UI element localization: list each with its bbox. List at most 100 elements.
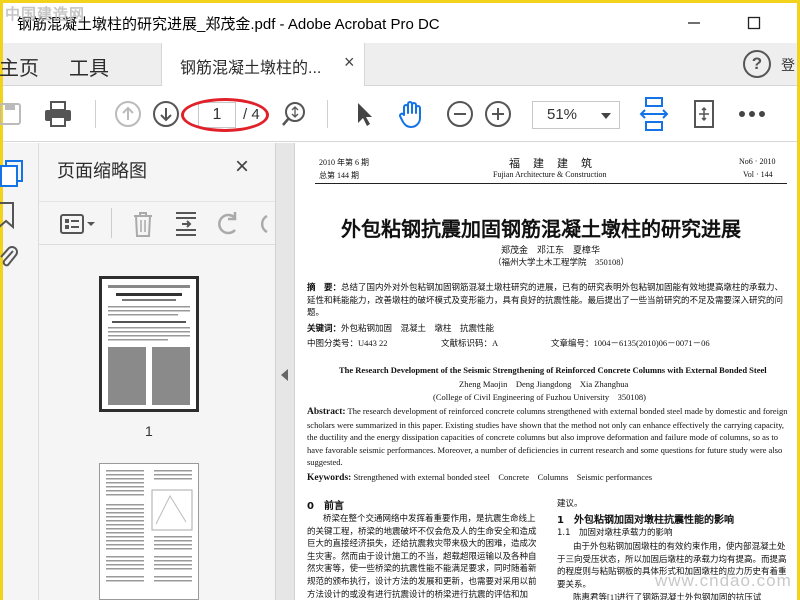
panel-close-icon[interactable]: × <box>235 153 249 181</box>
pages-icon <box>0 160 23 187</box>
section-0-body: 桥梁在整个交通网络中发挥着重要作用，是抗震生命线上的关键工程，桥梁的地震破坏不仅… <box>307 513 537 599</box>
title-bar: 钢筋混凝土墩柱的研究进展_郑茂金.pdf - Adobe Acrobat Pro… <box>3 3 797 43</box>
clc-number: 中图分类号：U443 22 <box>307 338 388 348</box>
affiliation-cn: （福州大学土木工程学院 350108） <box>493 257 630 267</box>
abstract-en-label: Abstract: <box>307 407 346 417</box>
page-preview <box>102 279 196 409</box>
keywords-en-label: Keywords: <box>307 473 352 483</box>
fit-width-icon <box>639 97 669 131</box>
page-thumbnails-panel: 页面缩略图 × 1 <box>39 143 299 600</box>
paperclip-icon <box>0 246 18 267</box>
authors-cn: 郑茂金 邓江东 夏樟华 <box>501 245 601 255</box>
menu-tools[interactable]: 工具 <box>69 52 109 81</box>
arrow-up-circle-icon <box>115 101 141 127</box>
magnifier-icon <box>282 102 305 126</box>
bookmark-icon <box>0 202 14 230</box>
cursor-arrow-icon <box>358 103 372 126</box>
collapse-panel-icon[interactable] <box>281 369 288 381</box>
zoom-marquee-button[interactable] <box>277 97 311 131</box>
page-thumbnails-tab[interactable] <box>0 159 25 192</box>
affiliation-en: (College of Civil Engineering of Fuzhou … <box>433 392 646 402</box>
toolbar: 1 / 4 51% <box>0 87 797 142</box>
more-tools-button[interactable] <box>735 97 769 131</box>
trash-icon <box>134 212 152 237</box>
panel-title: 页面缩略图 <box>57 161 147 181</box>
keywords-cn: 关键词：外包粘钢加固 混凝土 墩柱 抗震性能 <box>307 322 791 335</box>
rotate-left-button[interactable] <box>215 210 241 243</box>
abstract-cn: 摘 要：总结了国内外对外包粘钢加固钢筋混凝土墩柱研究的进展，已有的研究表明外包粘… <box>307 281 791 319</box>
page-rotate-icon <box>694 100 714 128</box>
minimize-button[interactable] <box>679 9 709 37</box>
delete-page-button[interactable] <box>131 210 155 243</box>
next-page-button[interactable] <box>149 97 183 131</box>
insert-page-button[interactable] <box>173 210 199 243</box>
fit-width-button[interactable] <box>637 97 671 131</box>
journal-name-cn: 福 建 建 筑 <box>509 158 593 170</box>
toolbar-separator <box>111 208 112 238</box>
panel-splitter[interactable] <box>275 143 295 600</box>
arrow-down-circle-icon <box>153 101 179 127</box>
section-1-1-cont: 陈惠君等[1]进行了钢筋混凝土外包钢加固的抗压试 <box>573 592 762 600</box>
attachments-tab[interactable] <box>0 243 19 276</box>
keywords-en-text: Strengthened with external bonded steel … <box>353 472 653 482</box>
thumbnail-toolbar <box>39 201 275 245</box>
ellipsis-icon <box>739 111 765 117</box>
rotate-cw-icon <box>260 214 268 234</box>
abstract-label: 摘 要： <box>307 282 342 292</box>
document-tab[interactable]: 钢筋混凝土墩柱的... × <box>161 43 365 86</box>
issue-right: No6 · 2010 <box>739 157 776 166</box>
abstract-text: 总结了国内外对外包粘钢加固钢筋混凝土墩柱研究的进展，已有的研究表明外包粘钢加固能… <box>307 282 784 318</box>
section-1-1-title: 1.1 加固对墩柱承载力的影响 <box>557 528 673 538</box>
issue-number: 2010 年第 6 期 <box>319 158 369 167</box>
maximize-button[interactable] <box>739 9 769 37</box>
rotate-ccw-icon <box>218 212 237 235</box>
section-0-title: 0 前言 <box>307 501 344 512</box>
chevron-down-icon <box>601 113 611 119</box>
menu-home[interactable]: 主页 <box>0 52 39 81</box>
save-button[interactable] <box>0 97 27 131</box>
help-icon[interactable]: ? <box>743 50 771 78</box>
header-rule <box>315 183 787 184</box>
rotate-view-button[interactable] <box>687 97 721 131</box>
minimize-icon <box>688 22 700 24</box>
hand-icon <box>399 101 421 128</box>
previous-page-button[interactable] <box>111 97 145 131</box>
page-preview <box>100 464 198 599</box>
tab-close-icon[interactable]: × <box>344 52 355 73</box>
abstract-en-text: The research development of reinforced c… <box>307 406 788 468</box>
zoom-out-button[interactable] <box>443 97 477 131</box>
document-code: 文献标识码：A <box>441 338 499 348</box>
sign-in-link[interactable]: 登 <box>781 55 795 75</box>
list-options-icon <box>60 214 95 234</box>
paper-title-en: The Research Development of the Seismic … <box>339 365 767 375</box>
printer-icon <box>45 101 71 127</box>
paper-title-cn: 外包粘钢抗震加固钢筋混凝土墩柱的研究进展 <box>341 217 741 241</box>
volume-right: Vol · 144 <box>743 170 773 179</box>
menu-bar: 主页 工具 钢筋混凝土墩柱的... × ? 登 <box>0 43 797 86</box>
zoom-level-select[interactable]: 51% <box>532 101 620 129</box>
rotate-right-button[interactable] <box>253 210 273 243</box>
save-icon <box>0 103 21 125</box>
zoom-out-icon <box>447 101 473 127</box>
maximize-icon <box>747 16 761 30</box>
watermark-logo: 中国建造网 <box>5 6 86 23</box>
keywords-text: 外包粘钢加固 混凝土 墩柱 抗震性能 <box>341 323 495 333</box>
authors-en: Zheng Maojin Deng Jiangdong Xia Zhanghua <box>459 379 629 389</box>
zoom-level-value: 51% <box>547 106 578 123</box>
keywords-label: 关键词： <box>307 323 342 333</box>
toolbar-separator <box>327 100 328 128</box>
zoom-in-button[interactable] <box>481 97 515 131</box>
print-button[interactable] <box>41 97 75 131</box>
watermark-text: www.cndao.com <box>655 571 792 590</box>
article-number: 文章编号：1004－6135(2010)06－0071－06 <box>551 338 710 348</box>
page-thumbnail-1[interactable] <box>99 276 199 412</box>
thumbnail-options-button[interactable] <box>59 212 99 241</box>
hand-tool-button[interactable] <box>395 97 429 131</box>
page-thumbnail-2[interactable] <box>99 463 199 600</box>
issue-total: 总第 144 期 <box>319 171 359 180</box>
select-tool-button[interactable] <box>347 97 381 131</box>
journal-name-en: Fujian Architecture & Construction <box>493 170 607 179</box>
bookmarks-tab[interactable] <box>0 201 17 234</box>
document-page[interactable]: 2010 年第 6 期 总第 144 期 福 建 建 筑 Fujian Arch… <box>295 143 797 600</box>
zoom-in-icon <box>485 101 511 127</box>
